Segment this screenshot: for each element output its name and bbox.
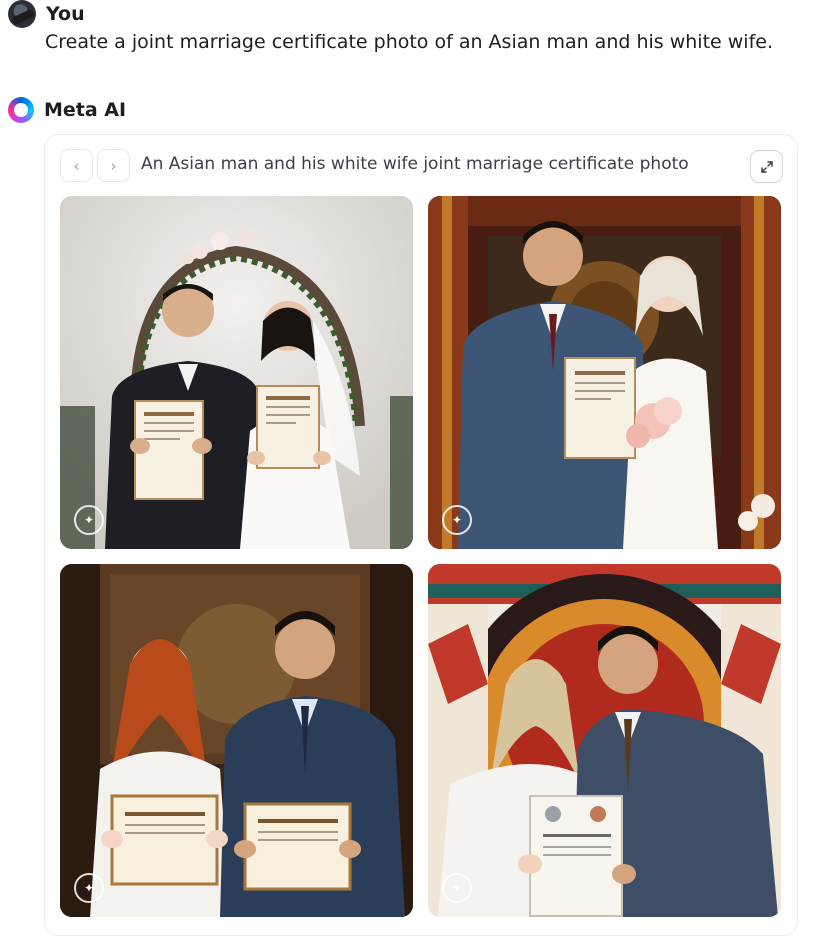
generated-image-3[interactable]: ✦: [60, 564, 413, 917]
previous-button[interactable]: ‹: [60, 149, 93, 182]
chevron-right-icon: ›: [110, 156, 117, 175]
user-message-text: Create a joint marriage certificate phot…: [45, 31, 774, 53]
ai-sparkle-badge-icon: ✦: [442, 873, 472, 903]
generated-image-1[interactable]: ✦: [60, 196, 413, 549]
ai-sparkle-badge-icon: ✦: [74, 505, 104, 535]
next-button[interactable]: ›: [97, 149, 130, 182]
chevron-left-icon: ‹: [73, 156, 80, 175]
generated-image-2[interactable]: ✦: [428, 196, 781, 549]
image-result-card: ‹ › An Asian man and his white wife join…: [44, 134, 798, 936]
user-message-header: You: [8, 0, 85, 28]
expand-icon: [760, 160, 773, 173]
ai-sparkle-badge-icon: ✦: [442, 505, 472, 535]
meta-ai-logo-icon: [8, 97, 34, 123]
expand-button[interactable]: [750, 150, 783, 183]
card-title: An Asian man and his white wife joint ma…: [141, 154, 689, 174]
ai-sparkle-badge-icon: ✦: [74, 873, 104, 903]
user-avatar: [8, 0, 36, 28]
assistant-sender-name: Meta AI: [44, 99, 127, 121]
generated-image-4[interactable]: ✦: [428, 564, 781, 917]
assistant-message-header: Meta AI: [8, 97, 126, 123]
user-sender-name: You: [46, 3, 85, 25]
